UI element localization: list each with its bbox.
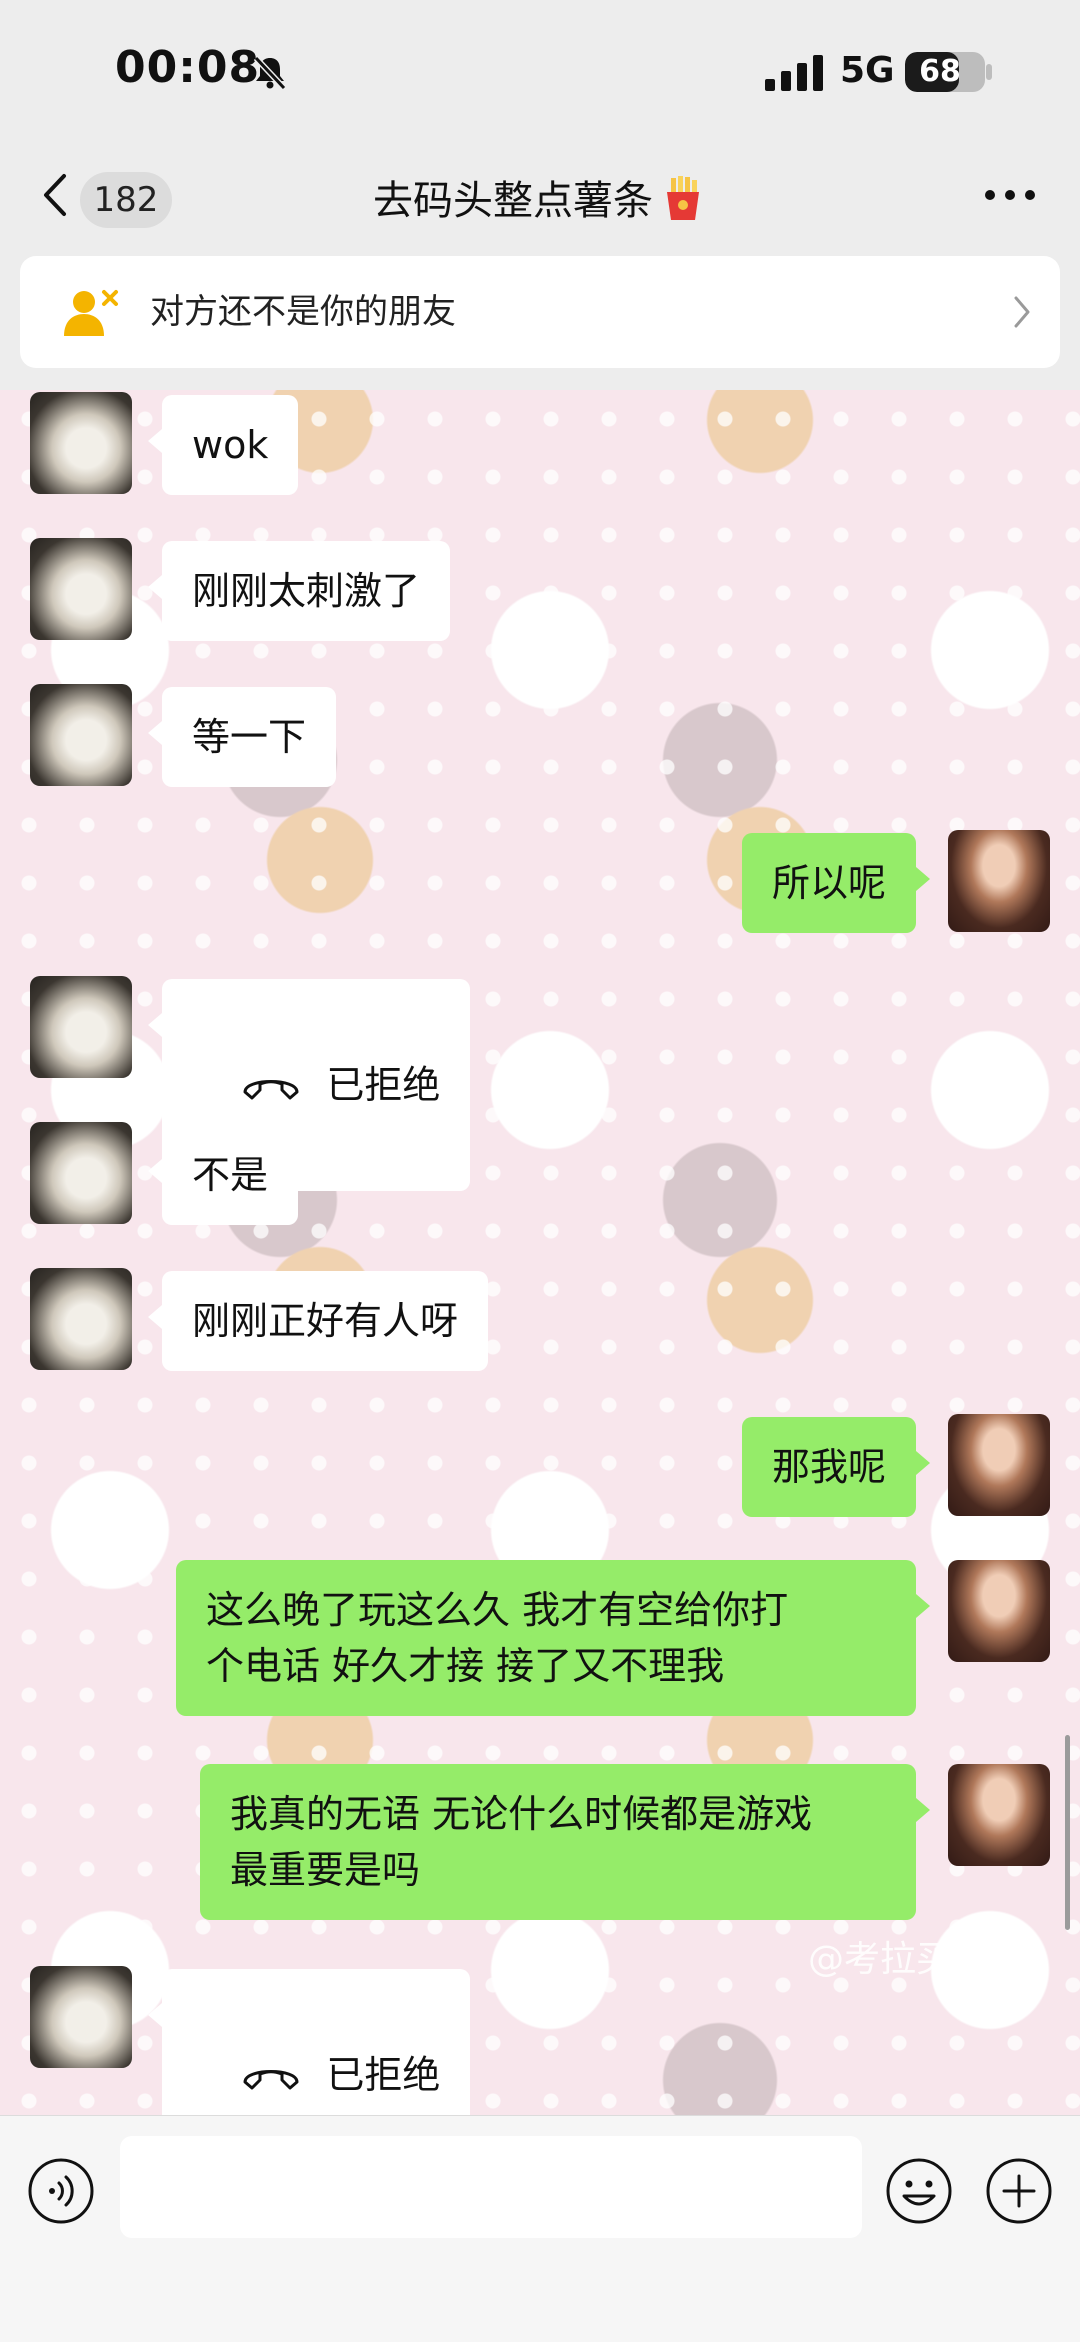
my-avatar[interactable] xyxy=(948,830,1050,932)
contact-avatar[interactable] xyxy=(30,1122,132,1224)
chat-title-text: 去码头整点薯条 xyxy=(373,178,653,224)
battery-level: 68 xyxy=(919,54,961,89)
signal-icon xyxy=(765,55,823,91)
message-bubble-sent[interactable]: 那我呢 xyxy=(741,1417,931,1517)
more-dots-icon[interactable] xyxy=(980,185,1040,205)
message-bubble-received[interactable]: 不是 xyxy=(147,1125,299,1225)
voice-icon[interactable] xyxy=(26,2156,96,2226)
call-status-text: 已拒绝 xyxy=(326,2053,441,2097)
contact-avatar[interactable] xyxy=(30,1966,132,2068)
input-bar xyxy=(0,2115,1080,2342)
message-bubble-received[interactable]: 刚刚正好有人呀 xyxy=(147,1271,489,1371)
phone-hangup-icon xyxy=(243,1080,299,1100)
bell-slash-icon xyxy=(253,55,287,91)
message-bubble-received[interactable]: wok xyxy=(147,395,299,495)
scrollbar[interactable] xyxy=(1065,1735,1070,1930)
not-friend-text: 对方还不是你的朋友 xyxy=(150,292,456,332)
contact-avatar[interactable] xyxy=(30,684,132,786)
chat-title: 去码头整点薯条 xyxy=(0,168,1080,226)
message-bubble-sent[interactable]: 我真的无语 无论什么时候都是游戏 最重要是吗 xyxy=(200,1764,930,1920)
contact-avatar[interactable] xyxy=(30,1268,132,1370)
chat-message-list[interactable]: wok 刚刚太刺激了 等一下 所以呢 已拒绝 不是 刚刚正好有人呀 那我呢 这么… xyxy=(0,390,1080,2115)
add-friend-icon xyxy=(64,290,118,336)
my-avatar[interactable] xyxy=(948,1764,1050,1866)
not-friend-banner[interactable]: 对方还不是你的朋友 xyxy=(20,256,1060,368)
fries-icon xyxy=(667,176,699,220)
message-bubble-received[interactable]: 等一下 xyxy=(147,687,337,787)
call-record-bubble[interactable]: 已拒绝 xyxy=(147,1969,471,2115)
contact-avatar[interactable] xyxy=(30,538,132,640)
message-bubble-received[interactable]: 刚刚太刺激了 xyxy=(147,541,451,641)
contact-avatar[interactable] xyxy=(30,392,132,494)
message-bubble-sent[interactable]: 所以呢 xyxy=(741,833,931,933)
chat-header: 182 去码头整点薯条 xyxy=(0,140,1080,250)
phone-hangup-icon xyxy=(243,2070,299,2090)
plus-icon[interactable] xyxy=(984,2156,1054,2226)
status-bar: 00:08 5G 68 xyxy=(0,0,1080,140)
status-time: 00:08 xyxy=(115,42,261,93)
my-avatar[interactable] xyxy=(948,1560,1050,1662)
watermark: @考拉买土豆 xyxy=(808,1939,1025,1980)
contact-avatar[interactable] xyxy=(30,976,132,1078)
message-bubble-sent[interactable]: 这么晚了玩这么久 我才有空给你打 个电话 好久才接 接了又不理我 xyxy=(176,1560,930,1716)
emoji-icon[interactable] xyxy=(884,2156,954,2226)
network-type: 5G xyxy=(840,50,895,91)
call-status-text: 已拒绝 xyxy=(326,1063,441,1107)
message-input[interactable] xyxy=(120,2136,862,2238)
chevron-right-icon xyxy=(1014,296,1030,328)
battery-indicator: 68 xyxy=(905,52,985,92)
my-avatar[interactable] xyxy=(948,1414,1050,1516)
battery-tip xyxy=(986,64,992,80)
